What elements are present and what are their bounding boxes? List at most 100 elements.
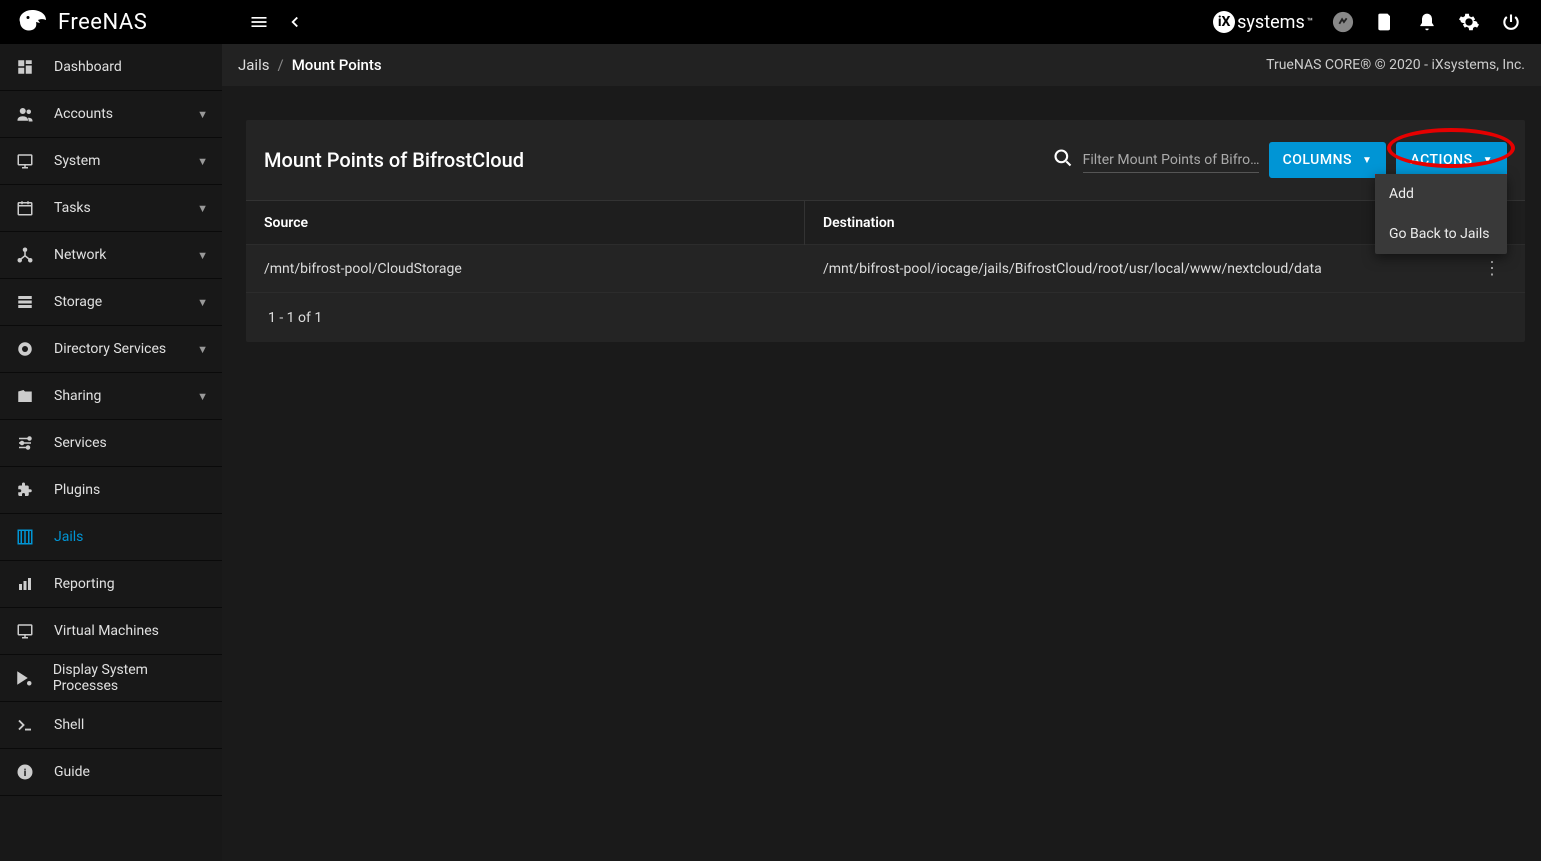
sidebar-item-vm[interactable]: Virtual Machines (0, 608, 222, 655)
actions-button-label: ACTIONS (1410, 152, 1472, 168)
sidebar-item-label: Jails (54, 529, 83, 545)
chevron-down-icon: ▼ (197, 108, 208, 121)
copyright-text: TrueNAS CORE® © 2020 - iXsystems, Inc. (1266, 57, 1525, 73)
breadcrumb-root[interactable]: Jails (238, 56, 269, 74)
sidebar-item-accounts[interactable]: Accounts ▼ (0, 91, 222, 138)
chevron-down-icon: ▼ (197, 296, 208, 309)
storage-icon (14, 293, 36, 311)
sidebar-item-plugins[interactable]: Plugins (0, 467, 222, 514)
cell-destination: /mnt/bifrost-pool/iocage/jails/BifrostCl… (823, 261, 1477, 277)
sidebar-item-label: Guide (54, 764, 90, 780)
actions-dropdown: Add Go Back to Jails (1375, 174, 1507, 254)
sidebar-item-dashboard[interactable]: Dashboard (0, 44, 222, 91)
sidebar-item-jails[interactable]: Jails (0, 514, 222, 561)
table-row[interactable]: /mnt/bifrost-pool/CloudStorage /mnt/bifr… (246, 244, 1525, 292)
top-bar: FreeNAS iX systems™ (0, 0, 1541, 44)
mount-points-card: Mount Points of BifrostCloud COLUMNS▼ AC… (246, 120, 1525, 342)
directory-icon (14, 340, 36, 358)
sidebar-item-services[interactable]: Services (0, 420, 222, 467)
services-icon (14, 434, 36, 452)
brand-name: FreeNAS (58, 10, 147, 35)
table-footer: 1 - 1 of 1 (246, 292, 1525, 342)
column-separator (804, 201, 805, 245)
jails-icon (14, 528, 36, 546)
sidebar-item-label: Reporting (54, 576, 115, 592)
sidebar-item-label: Plugins (54, 482, 100, 498)
columns-button[interactable]: COLUMNS▼ (1269, 142, 1387, 178)
sidebar: Dashboard Accounts ▼ System ▼ Tasks ▼ Netwo… (0, 44, 222, 861)
sidebar-item-label: System (54, 153, 100, 169)
network-icon (14, 246, 36, 264)
reporting-icon (14, 575, 36, 593)
chevron-down-icon: ▼ (197, 343, 208, 356)
sidebar-item-label: Dashboard (54, 59, 122, 75)
sidebar-item-label: Tasks (54, 200, 91, 216)
ixsystems-logo[interactable]: iX systems™ (1213, 11, 1313, 33)
ix-badge-icon: iX (1213, 11, 1235, 33)
svg-text:i: i (24, 766, 27, 779)
dashboard-icon (14, 58, 36, 76)
card-actions: COLUMNS▼ ACTIONS ▼ (1053, 142, 1507, 178)
chevron-down-icon: ▼ (197, 155, 208, 168)
breadcrumb: Jails / Mount Points TrueNAS CORE® © 202… (222, 44, 1541, 86)
triangle-down-icon: ▼ (1483, 155, 1493, 166)
settings-icon[interactable] (1457, 10, 1481, 34)
topbar-left-controls (247, 10, 307, 34)
sidebar-item-label: Sharing (54, 388, 101, 404)
sidebar-item-shell[interactable]: Shell (0, 702, 222, 749)
sharing-icon (14, 387, 36, 405)
back-icon[interactable] (283, 10, 307, 34)
ixsystems-text: systems (1237, 12, 1305, 33)
topbar-right-controls: iX systems™ (1213, 10, 1531, 34)
sidebar-item-reporting[interactable]: Reporting (0, 561, 222, 608)
table-header: Source Destination (246, 200, 1525, 244)
dropdown-item-add[interactable]: Add (1375, 174, 1507, 214)
plugins-icon (14, 481, 36, 499)
filter-input[interactable] (1083, 148, 1259, 173)
sidebar-item-label: Virtual Machines (54, 623, 159, 639)
sidebar-item-label: Display System Processes (53, 662, 208, 694)
system-icon (14, 152, 36, 170)
sidebar-item-label: Services (54, 435, 107, 451)
triangle-down-icon: ▼ (1362, 155, 1372, 166)
card-title: Mount Points of BifrostCloud (264, 148, 524, 172)
chevron-down-icon: ▼ (197, 390, 208, 403)
sidebar-item-system[interactable]: System ▼ (0, 138, 222, 185)
notifications-icon[interactable] (1415, 10, 1439, 34)
sidebar-item-label: Network (54, 247, 106, 263)
sidebar-item-guide[interactable]: i Guide (0, 749, 222, 796)
column-header-source[interactable]: Source (264, 215, 804, 231)
sidebar-item-tasks[interactable]: Tasks ▼ (0, 185, 222, 232)
breadcrumb-separator: / (277, 56, 283, 74)
menu-toggle-icon[interactable] (247, 10, 271, 34)
breadcrumb-current: Mount Points (292, 56, 382, 74)
sidebar-item-directory[interactable]: Directory Services▼ (0, 326, 222, 373)
vm-icon (14, 622, 36, 640)
freenas-icon (16, 8, 50, 36)
guide-icon: i (14, 763, 36, 781)
card-header: Mount Points of BifrostCloud COLUMNS▼ AC… (246, 120, 1525, 200)
main-content: Jails / Mount Points TrueNAS CORE® © 202… (222, 44, 1541, 861)
sidebar-item-label: Storage (54, 294, 102, 310)
sidebar-item-network[interactable]: Network▼ (0, 232, 222, 279)
clipboard-icon[interactable] (1373, 10, 1397, 34)
sidebar-item-sharing[interactable]: Sharing ▼ (0, 373, 222, 420)
row-menu-icon[interactable]: ⋮ (1477, 260, 1507, 278)
processes-icon (14, 669, 35, 687)
brand-logo: FreeNAS (10, 8, 222, 36)
tasks-icon (14, 199, 36, 217)
chevron-down-icon: ▼ (197, 202, 208, 215)
search-wrap (1053, 148, 1259, 173)
search-icon (1053, 148, 1073, 173)
actions-button[interactable]: ACTIONS ▼ (1396, 142, 1507, 178)
sidebar-item-label: Accounts (54, 106, 113, 122)
accounts-icon (14, 105, 36, 123)
sidebar-item-storage[interactable]: Storage ▼ (0, 279, 222, 326)
pagination-text: 1 - 1 of 1 (268, 310, 322, 326)
truecommand-icon[interactable] (1331, 10, 1355, 34)
sidebar-item-label: Shell (54, 717, 84, 733)
power-icon[interactable] (1499, 10, 1523, 34)
shell-icon (14, 716, 36, 734)
dropdown-item-back[interactable]: Go Back to Jails (1375, 214, 1507, 254)
sidebar-item-processes[interactable]: Display System Processes (0, 655, 222, 702)
